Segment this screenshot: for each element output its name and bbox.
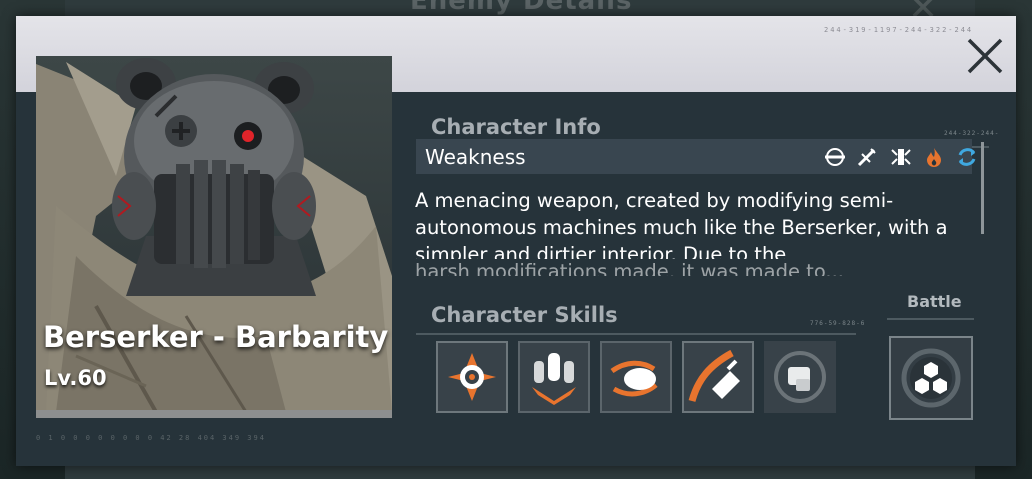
battle-button[interactable] xyxy=(889,336,973,420)
character-info-code: 244-322-244- xyxy=(944,130,1000,137)
hexagon-cluster-icon xyxy=(901,348,961,408)
comet-dash-icon xyxy=(610,360,658,397)
rocket-fist-icon xyxy=(688,349,740,402)
skill-missile-barrage[interactable] xyxy=(518,341,590,413)
character-skills-title: Character Skills xyxy=(431,303,618,327)
slash-icon[interactable] xyxy=(856,146,878,168)
character-description-cutoff: harsh modifications made, it was made to… xyxy=(415,260,845,276)
skill-comet-dash[interactable] xyxy=(600,341,672,413)
description-scrollbar[interactable] xyxy=(981,142,984,234)
enemy-portrait xyxy=(36,56,392,412)
berserker-portrait-image xyxy=(36,58,392,412)
battle-label: Battle xyxy=(907,292,962,311)
portrait-progress-bar xyxy=(36,410,392,418)
battle-divider xyxy=(887,318,974,320)
character-info-title: Character Info xyxy=(431,115,601,139)
enemy-level: Lv.60 xyxy=(44,366,107,390)
character-skills-code: 776-59-828-6 xyxy=(810,320,866,327)
cycle-icon[interactable] xyxy=(956,146,978,168)
close-icon[interactable] xyxy=(963,34,1007,78)
skill-shield-fist[interactable] xyxy=(764,341,836,413)
crosshair-burst-icon xyxy=(448,353,496,401)
background-title: Enemy Details xyxy=(410,0,633,16)
skill-rocket-fist[interactable] xyxy=(682,341,754,413)
weakness-label: Weakness xyxy=(425,145,526,169)
pierce-icon[interactable] xyxy=(824,146,846,168)
skills-list xyxy=(418,338,840,420)
fire-icon[interactable] xyxy=(923,146,945,168)
shield-fist-icon xyxy=(774,351,826,403)
physical-burst-icon[interactable] xyxy=(890,146,912,168)
skill-crosshair-burst[interactable] xyxy=(436,341,508,413)
character-description: A menacing weapon, created by modifying … xyxy=(415,189,948,259)
header-code: 244-319-1197-244-322-244 xyxy=(824,26,974,34)
character-skills-divider xyxy=(416,333,856,335)
enemy-name: Berserker - Barbarity xyxy=(43,320,389,354)
footer-code: 0 1 0 0 0 0 0 0 0 0 42 28 404 349 394 xyxy=(36,434,266,442)
missile-barrage-icon xyxy=(532,353,576,405)
